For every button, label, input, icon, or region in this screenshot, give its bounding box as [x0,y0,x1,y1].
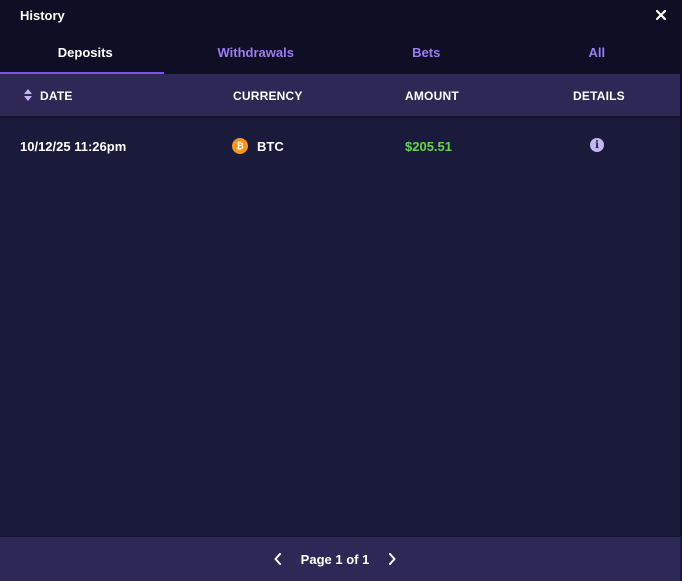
table-header: DATE CURRENCY AMOUNT DETAILS [0,74,680,118]
btc-icon: ₿ [232,138,248,154]
row-currency: BTC [257,139,284,154]
column-header-currency: CURRENCY [233,89,303,103]
tab-all[interactable]: All [512,30,682,74]
tab-bar: Deposits Withdrawals Bets All [0,30,682,74]
modal-title: History [20,8,65,23]
prev-page-button[interactable] [271,552,285,566]
column-header-details: DETAILS [573,89,625,103]
tab-withdrawals[interactable]: Withdrawals [171,30,342,74]
sort-icon[interactable] [23,89,33,101]
close-icon [655,9,667,21]
row-date: 10/12/25 11:26pm [20,139,126,154]
tab-deposits[interactable]: Deposits [0,30,171,74]
page-indicator: Page 1 of 1 [301,552,370,567]
chevron-right-icon [388,553,396,565]
pagination-bar: Page 1 of 1 [0,536,680,581]
close-button[interactable] [651,5,671,25]
next-page-button[interactable] [385,552,399,566]
table-row: 10/12/25 11:26pm ₿ BTC $205.51 i [0,118,680,174]
column-header-date[interactable]: DATE [40,89,73,103]
row-amount: $205.51 [405,139,452,154]
tab-bets[interactable]: Bets [341,30,512,74]
column-header-amount: AMOUNT [405,89,459,103]
title-bar: History [0,0,682,30]
chevron-left-icon [274,553,282,565]
info-icon[interactable]: i [590,138,604,152]
